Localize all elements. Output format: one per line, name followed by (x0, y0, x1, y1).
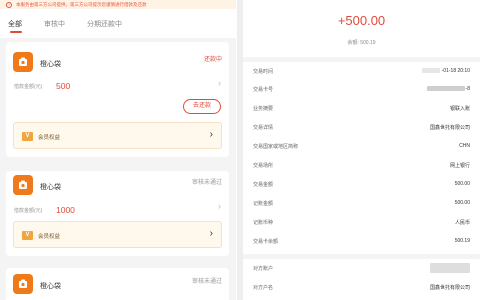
detail-value: -8 (426, 86, 470, 92)
detail-label: 记账金额 (253, 201, 274, 207)
repay-button[interactable]: 去还款 (183, 99, 221, 114)
amount-value: 1000 (56, 205, 75, 215)
detail-label: 业务摘要 (253, 106, 274, 112)
amount-value: 500 (56, 81, 71, 91)
detail-value: 银联入账 (449, 106, 470, 112)
tab-all[interactable]: 全部 (8, 19, 22, 29)
active-tab-indicator (10, 31, 22, 33)
chevron-right-icon[interactable]: › (218, 201, 221, 211)
chevron-right-icon[interactable]: › (218, 78, 221, 88)
detail-value: 500.00 (454, 200, 470, 206)
detail-row: 交易时间 -01-18 20:10 (253, 68, 470, 78)
transaction-detail-panel: +500.00 余额: 500.19 交易时间 -01-18 20:10 交易卡… (243, 0, 480, 300)
section-divider (243, 254, 480, 259)
loan-card[interactable]: 橙心袋 审核未通过 (6, 268, 229, 300)
detail-label: 交易卡余额 (253, 239, 279, 245)
counterparty-row: 对方户名 国鑫世托有限公司 (253, 284, 470, 294)
detail-row: 记账金额 500.00 (253, 200, 470, 210)
member-label: 会员权益 (38, 135, 61, 141)
detail-row: 记账币种 人民币 (253, 219, 470, 229)
detail-row: 业务摘要 银联入账 (253, 105, 470, 115)
detail-label: 交易时间 (253, 69, 274, 75)
detail-row: 交易卡余额 500.19 (253, 238, 470, 248)
detail-value: 网上银行 (449, 163, 470, 169)
vip-icon: V (22, 231, 33, 240)
loan-card[interactable]: 橙心袋 还款中 借款金额(元) 500 › 去还款 V 会员权益 › (6, 42, 229, 157)
detail-value: 500.19 (454, 238, 470, 244)
loan-list-panel: ! 本服务由第三方公司提供，第三方公司提示您谨慎进行借款及还款 全部 审核中 分… (0, 0, 236, 300)
redacted-block (430, 263, 470, 273)
detail-value: 人民币 (454, 220, 470, 226)
balance-text: 余额: 500.19 (347, 40, 376, 46)
chevron-right-icon: › (209, 129, 213, 140)
status-tabs: 全部 审核中 分期还款中 (0, 9, 236, 38)
detail-row: 交易场所 网上银行 (253, 162, 470, 172)
detail-row: 交易卡号 -8 (253, 86, 470, 96)
detail-value: 国鑫世托有限公司 (429, 125, 470, 131)
brand-logo-icon (13, 274, 33, 294)
detail-label: 交易卡号 (253, 87, 274, 93)
member-benefits-bar[interactable]: V 会员权益 › (13, 122, 222, 149)
lender-name: 橙心袋 (40, 184, 61, 191)
vip-icon: V (22, 132, 33, 141)
detail-row: 交易国家或地区简称 CHN (253, 143, 470, 153)
lender-name: 橙心袋 (40, 61, 61, 68)
brand-logo-icon (13, 175, 33, 195)
detail-value: CHN (459, 143, 470, 149)
status-badge: 审核未通过 (191, 279, 222, 285)
chevron-right-icon: › (209, 228, 213, 239)
detail-value: 500.00 (454, 181, 470, 187)
detail-label: 交易金额 (253, 182, 274, 188)
detail-row: 交易金额 500.00 (253, 181, 470, 191)
section-divider (243, 57, 480, 62)
lender-name: 橙心袋 (40, 283, 61, 290)
brand-logo-icon (13, 52, 33, 72)
tab-installment[interactable]: 分期还款中 (87, 19, 122, 29)
amount-label: 借款金额(元) (14, 84, 43, 90)
detail-label: 交易场所 (253, 163, 274, 169)
amount-label: 借款金额(元) (14, 208, 43, 214)
status-badge: 审核未通过 (191, 180, 222, 186)
detail-label: 对方账户 (253, 266, 274, 272)
detail-label: 交易详情 (253, 125, 274, 131)
detail-label: 对方户名 (253, 285, 274, 291)
detail-row: 交易详情 国鑫世托有限公司 (253, 124, 470, 134)
status-badge: 还款中 (203, 57, 222, 63)
detail-value: -01-18 20:10 (421, 68, 470, 74)
notice-text: 本服务由第三方公司提供，第三方公司提示您谨慎进行借款及还款 (16, 1, 147, 7)
notice-bar: ! 本服务由第三方公司提供，第三方公司提示您谨慎进行借款及还款 (0, 0, 236, 9)
member-label: 会员权益 (38, 234, 61, 240)
info-icon: ! (6, 1, 12, 8)
transaction-amount: +500.00 (337, 13, 386, 28)
tab-reviewing[interactable]: 审核中 (44, 19, 65, 29)
detail-value: 国鑫世托有限公司 (429, 285, 470, 291)
member-benefits-bar[interactable]: V 会员权益 › (13, 221, 222, 248)
detail-label: 交易国家或地区简称 (253, 144, 299, 150)
detail-label: 记账币种 (253, 220, 274, 226)
loan-card[interactable]: 橙心袋 审核未通过 借款金额(元) 1000 › V 会员权益 › (6, 171, 229, 256)
